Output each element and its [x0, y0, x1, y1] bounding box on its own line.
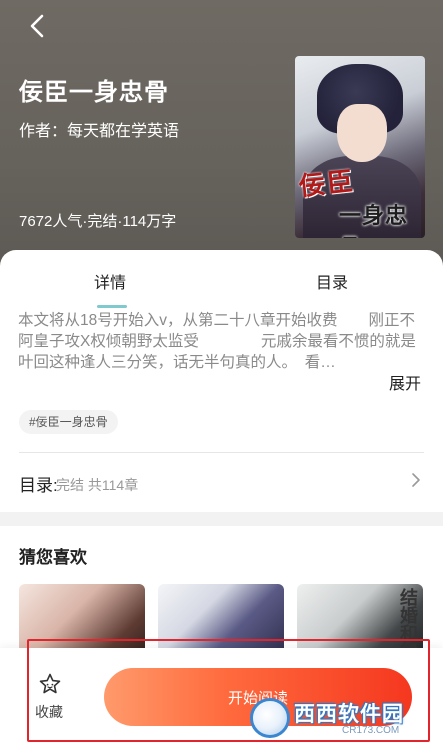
- tab-indicator: [97, 305, 127, 308]
- tab-toc[interactable]: 目录: [316, 269, 348, 293]
- book-title: 佞臣一身忠骨: [19, 79, 169, 106]
- book-author[interactable]: 作者：每天都在学英语: [19, 117, 179, 141]
- book-stats: 7672人气·完结·114万字: [19, 213, 177, 230]
- toc-label: 目录:: [19, 476, 58, 495]
- cover-face: [337, 104, 387, 162]
- chevron-right-icon: [412, 473, 420, 487]
- book-header: 佞臣一身忠骨 作者：每天都在学英语 7672人气·完结·114万字 佞臣 一身忠…: [0, 0, 443, 270]
- section-gap: [0, 512, 443, 526]
- back-icon[interactable]: [24, 12, 52, 40]
- bottom-action-bar: 收藏 开始阅读: [0, 648, 443, 746]
- cover-title-line2: 一身忠骨: [339, 203, 409, 238]
- tab-details[interactable]: 详情: [94, 269, 126, 293]
- toc-row[interactable]: 目录: 完结 共114章: [0, 453, 443, 508]
- book-tag[interactable]: #佞臣一身忠骨: [19, 410, 118, 434]
- tab-bar: 详情 目录: [0, 250, 443, 308]
- favorite-button[interactable]: 收藏: [30, 672, 70, 724]
- start-reading-button[interactable]: 开始阅读: [104, 668, 412, 726]
- start-reading-label: 开始阅读: [227, 690, 288, 707]
- star-outline-icon: [39, 673, 61, 694]
- favorite-label: 收藏: [35, 704, 63, 720]
- toc-status: 完结 共114章: [56, 477, 139, 493]
- book-cover: 佞臣 一身忠骨: [295, 56, 425, 238]
- book-description: 本文将从18号开始入v，从第二十八章开始收费 刚正不阿皇子攻X权倾朝野太监受 元…: [18, 312, 416, 371]
- recommend-title: 猜您喜欢: [19, 548, 87, 567]
- expand-button[interactable]: 展开: [389, 370, 421, 394]
